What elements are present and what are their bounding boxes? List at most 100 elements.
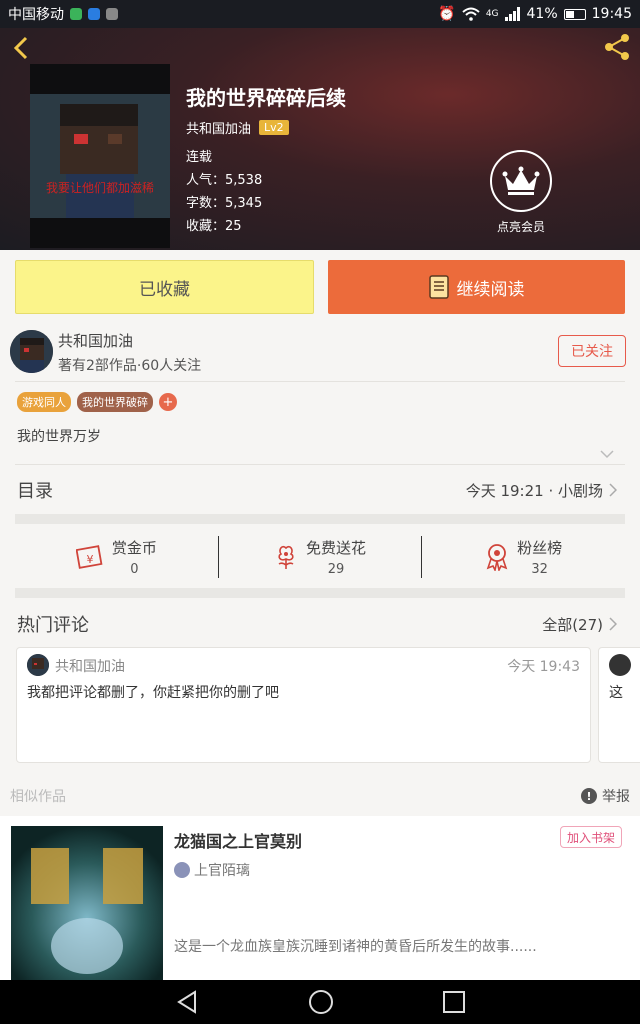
fan-ranking-button[interactable]: 粉丝榜 32	[422, 530, 625, 584]
hot-comments-title: 热门评论	[17, 615, 89, 636]
report-button[interactable]: ! 举报	[581, 786, 630, 806]
nav-back-icon[interactable]	[175, 990, 199, 1014]
similar-book-author[interactable]: 上官陌璃	[174, 860, 250, 880]
similar-book-description: 这是一个龙血族皇族沉睡到诸神的黄昏后所发生的故事......	[174, 939, 537, 955]
follow-button[interactable]: 已关注	[558, 335, 626, 367]
toc-title: 目录	[17, 481, 53, 502]
chevron-right-icon	[609, 617, 617, 631]
book-author[interactable]: 共和国加油	[186, 118, 251, 137]
battery-percent: 41%	[526, 6, 558, 22]
all-comments-label: 全部(27)	[542, 615, 603, 634]
similar-author-name: 上官陌璃	[194, 863, 250, 879]
comment-time: 今天 19:43	[507, 659, 580, 675]
wifi-icon	[462, 7, 480, 21]
commenter-avatar	[609, 654, 631, 676]
battery-icon	[563, 8, 586, 20]
author-name: 共和国加油	[58, 332, 134, 350]
comment-text: 我都把评论都删了，你赶紧把你的删了吧	[27, 685, 279, 701]
cover-caption: 我要让他们都加滋稀	[46, 180, 154, 195]
add-to-shelf-button[interactable]: 加入书架	[560, 826, 622, 848]
wechat-notification-icon	[70, 8, 82, 20]
similar-works-header: 相似作品 ! 举报	[10, 784, 630, 808]
book-meta: 连载 人气：5,538 字数：5,345 收藏：25	[186, 146, 262, 238]
stat-label: 免费送花	[306, 539, 367, 557]
book-title: 我的世界碎碎后续	[186, 86, 346, 110]
send-flower-button[interactable]: 免费送花 29	[219, 530, 422, 584]
stat-label: 粉丝榜	[517, 539, 563, 557]
signal-icon	[504, 7, 520, 21]
favorite-count: 收藏：25	[186, 219, 242, 234]
commenter-avatar[interactable]	[27, 654, 49, 676]
network-type: 4G	[485, 9, 499, 19]
latest-chapter[interactable]: 今天 19:21 · 小剧场	[466, 480, 617, 501]
divider	[15, 464, 625, 465]
continue-reading-button[interactable]: 继续阅读	[328, 260, 625, 314]
alert-icon: !	[581, 788, 597, 804]
collected-button[interactable]: 已收藏	[15, 260, 314, 314]
store-notification-icon	[106, 8, 118, 20]
continue-reading-label: 继续阅读	[456, 279, 525, 300]
vip-button[interactable]: 点亮会员	[488, 150, 554, 235]
section-gap	[15, 514, 625, 524]
alarm-icon: ⏰	[438, 6, 456, 22]
carrier-label: 中国移动	[8, 7, 64, 23]
stat-label: 赏金币	[111, 539, 157, 557]
similar-book-cover[interactable]	[11, 826, 163, 980]
clock: 19:45	[591, 6, 632, 22]
all-comments-link[interactable]: 全部(27)	[542, 614, 617, 635]
share-icon[interactable]	[602, 32, 632, 62]
author-summary: 著有2部作品·60人关注	[58, 358, 202, 374]
stat-value: 32	[531, 562, 548, 577]
tag-item[interactable]: 游戏同人	[17, 392, 71, 412]
tag-item[interactable]: 我的世界破碎	[77, 392, 153, 412]
commenter-name[interactable]: 共和国加油	[55, 656, 125, 676]
tag-list: 游戏同人 我的世界破碎 +	[17, 392, 177, 412]
book-author-line: 共和国加油 Lv2	[186, 118, 289, 137]
section-gap	[15, 588, 625, 598]
back-arrow-icon[interactable]	[10, 34, 32, 62]
serial-status: 连载	[186, 150, 213, 165]
word-count: 字数：5,345	[186, 196, 263, 211]
nav-recents-icon[interactable]	[443, 991, 466, 1013]
divider	[15, 381, 625, 382]
latest-chapter-label: 今天 19:21 · 小剧场	[465, 481, 603, 500]
author-avatar	[174, 862, 190, 878]
report-label: 举报	[602, 789, 630, 805]
collected-label: 已收藏	[139, 279, 190, 300]
avatar[interactable]	[10, 330, 53, 373]
app-notification-icon	[88, 8, 100, 20]
system-nav-bar	[0, 980, 640, 1024]
stats-row: ¥ 赏金币 0 免费送花 29 粉丝榜 32	[15, 530, 625, 584]
stat-value: 0	[130, 562, 139, 577]
svg-text:¥: ¥	[86, 553, 93, 566]
follow-label: 已关注	[571, 344, 613, 360]
action-bar: 已收藏 继续阅读	[15, 260, 625, 314]
comment-card[interactable]: 这	[598, 647, 640, 763]
popularity-count: 人气：5,538	[186, 173, 263, 188]
similar-book-item[interactable]: 龙猫国之上官莫别 加入书架 上官陌璃 这是一个龙血族皇族沉睡到诸神的黄昏后所发生…	[0, 816, 640, 980]
nav-home-icon[interactable]	[308, 989, 334, 1015]
add-to-shelf-label: 加入书架	[566, 830, 615, 845]
reward-coin-button[interactable]: ¥ 赏金币 0	[15, 530, 218, 584]
table-of-contents-row[interactable]: 目录 今天 19:21 · 小剧场	[17, 468, 617, 512]
chevron-down-icon[interactable]	[600, 449, 614, 459]
author-row[interactable]: 共和国加油 著有2部作品·60人关注 已关注	[10, 326, 630, 378]
medal-icon	[486, 544, 508, 571]
chevron-right-icon	[609, 483, 617, 497]
book-header: 我要让他们都加滋稀 我的世界碎碎后续 共和国加油 Lv2 连载 人气：5,538…	[0, 28, 640, 250]
vip-label: 点亮会员	[496, 220, 545, 234]
level-badge: Lv2	[259, 120, 289, 135]
comment-card[interactable]: 共和国加油 今天 19:43 我都把评论都删了，你赶紧把你的删了吧	[16, 647, 591, 763]
hot-comments-header: 热门评论 全部(27)	[17, 604, 617, 644]
similar-works-title: 相似作品	[10, 789, 66, 805]
stat-value: 29	[327, 562, 345, 577]
book-icon	[428, 275, 449, 299]
book-description: 我的世界万岁	[17, 429, 101, 445]
flower-icon	[278, 545, 294, 569]
add-tag-button[interactable]: +	[159, 393, 177, 411]
book-cover[interactable]: 我要让他们都加滋稀	[30, 64, 170, 248]
comment-text: 这	[609, 685, 623, 701]
crown-icon	[490, 150, 552, 212]
coin-envelope-icon: ¥	[75, 545, 103, 569]
similar-book-title[interactable]: 龙猫国之上官莫别	[174, 828, 302, 852]
